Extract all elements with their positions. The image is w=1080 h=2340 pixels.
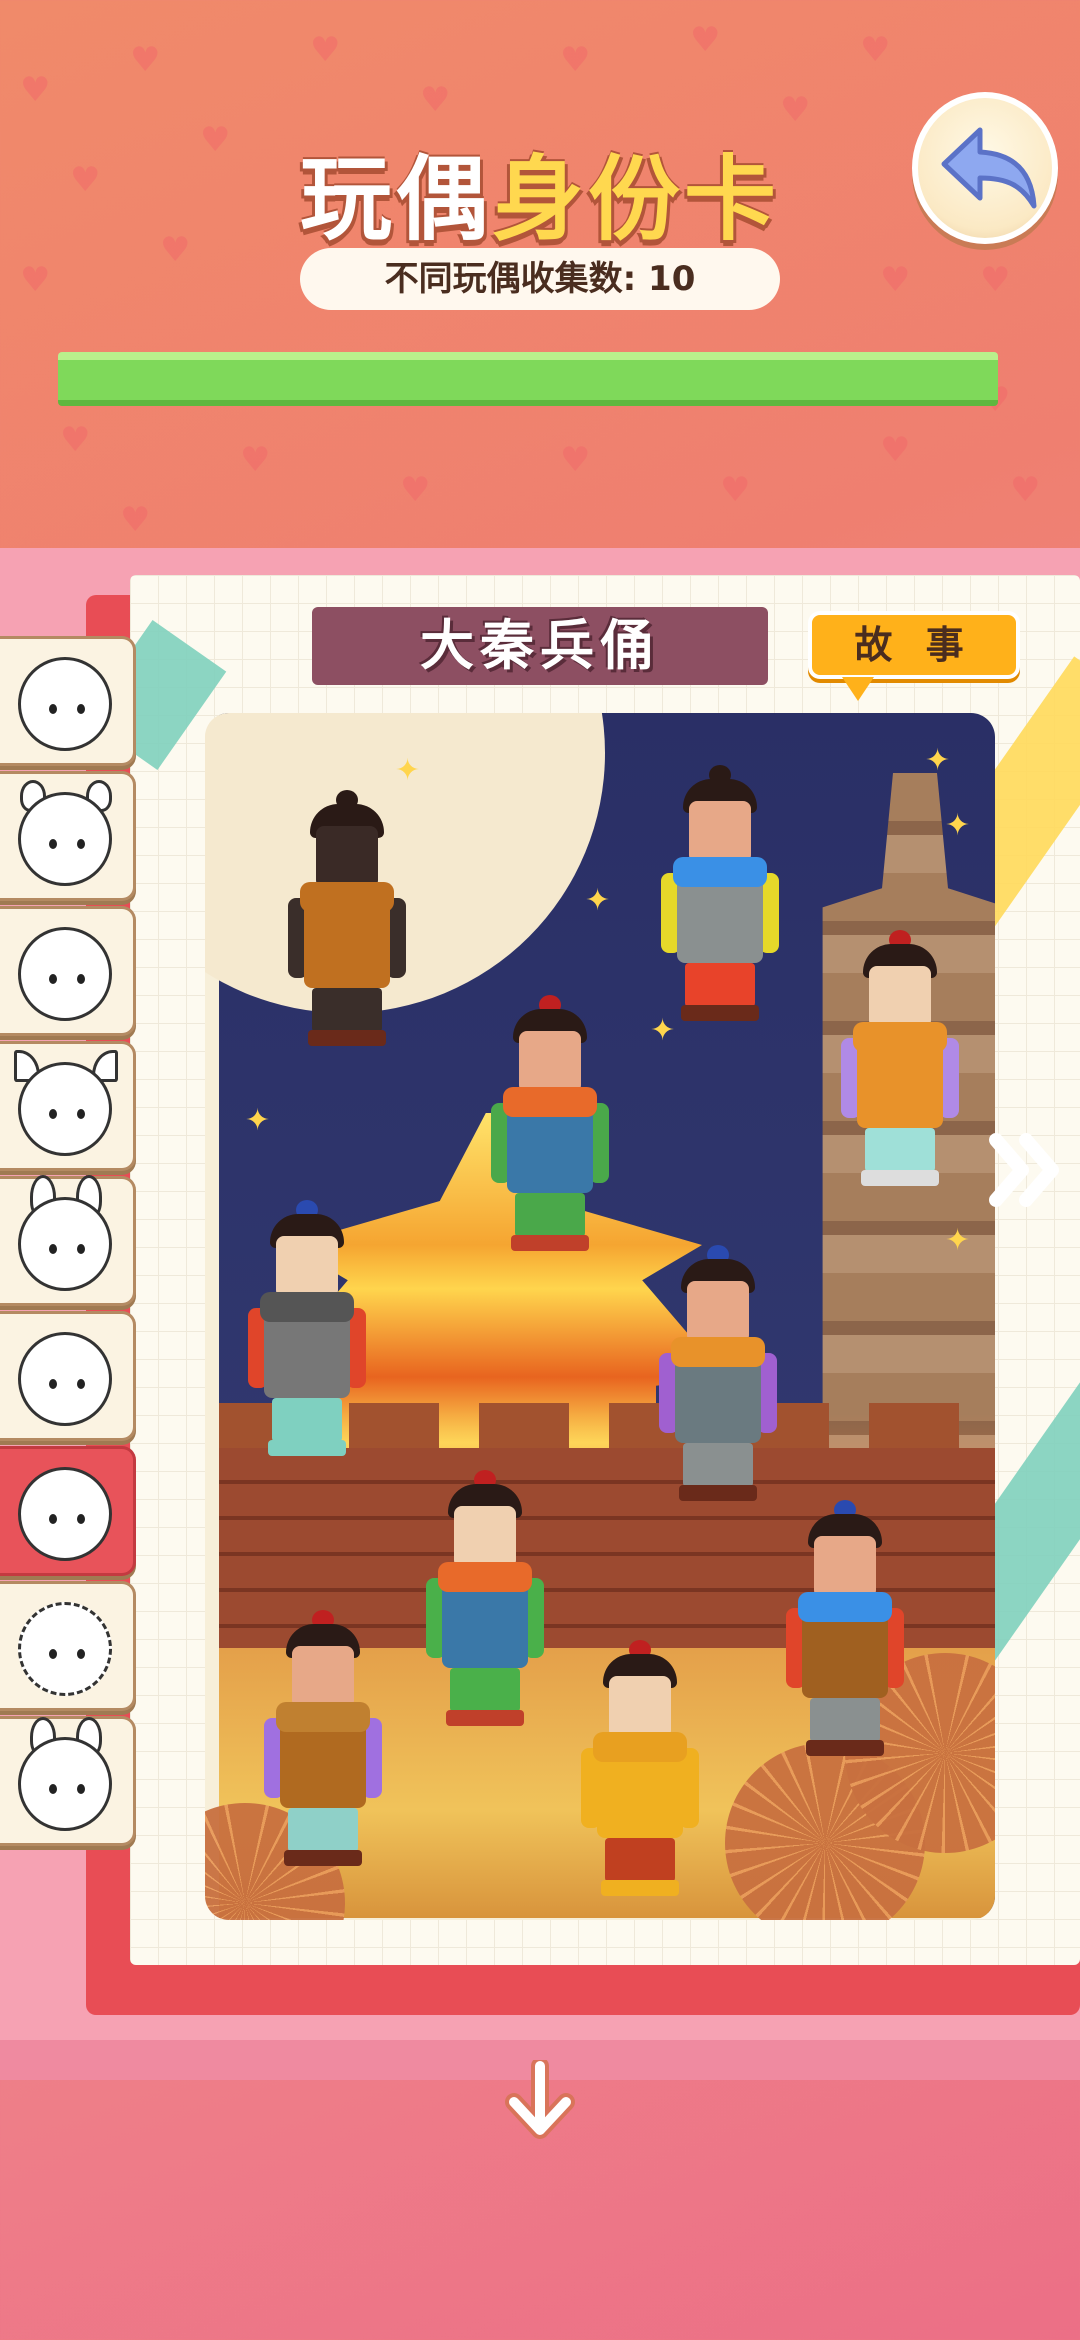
sidebar-item-bunny-hood[interactable] [0,1716,136,1846]
rabbit-girl-doll-icon [18,1197,112,1291]
doll-illustration: ✦ ✦ ✦ ✦ ✦ ✦ ✦ [205,713,995,1920]
star-icon: ✦ [945,808,971,843]
sidebar-item-terracotta-warrior[interactable] [0,1446,136,1576]
sidebar-item-seal[interactable] [0,636,136,766]
title-part-1: 玩偶 [299,146,492,253]
arrow-down-icon [505,2057,575,2139]
next-doll-button[interactable] [988,1130,1068,1210]
story-button[interactable]: 故 事 [808,611,1020,701]
scroll-down-button[interactable] [504,2057,576,2140]
crown-doll-icon [18,1332,112,1426]
star-icon: ✦ [395,753,421,788]
tomato-doll-icon [18,927,112,1021]
sidebar-item-fox[interactable] [0,1041,136,1171]
double-chevron-right-icon [989,1133,1059,1207]
warrior-figure [786,1500,904,1758]
warrior-figure [248,1200,366,1458]
warrior-figure [264,1610,382,1868]
back-arrow-icon [941,127,1037,209]
warrior-figure [581,1640,699,1898]
sidebar-item-rabbit-girl[interactable] [0,1175,136,1306]
fox-doll-icon [18,1062,112,1156]
sidebar-item-tomato[interactable] [0,906,136,1036]
sidebar-item-cloud-hair[interactable] [0,1581,136,1711]
back-button[interactable] [912,92,1058,244]
bear-doll-icon [18,792,112,886]
seal-doll-icon [18,657,112,751]
warrior-figure [841,930,959,1188]
warrior-figure [426,1470,544,1728]
collection-count: 不同玩偶收集数: 10 [300,248,780,310]
warrior-figure [661,765,779,1023]
sidebar-item-bear[interactable] [0,771,136,901]
title-part-2: 身份卡 [492,146,781,253]
warrior-figure [288,790,406,1048]
collection-progress-bar [58,352,998,406]
cloud-hair-doll-icon [18,1602,112,1696]
star-icon: ✦ [245,1103,271,1138]
sidebar-item-crown[interactable] [0,1311,136,1441]
page-title: 玩偶身份卡 [270,125,810,258]
bunny-hood-doll-icon [18,1737,112,1831]
star-icon: ✦ [925,743,951,778]
star-icon: ✦ [585,883,611,918]
star-icon: ✦ [945,1223,971,1258]
terracotta-warrior-doll-icon [18,1467,112,1561]
warrior-figure [659,1245,777,1503]
doll-name-banner: 大秦兵俑 [312,607,768,685]
doll-series-sidebar [0,636,138,1851]
warrior-figure [491,995,609,1253]
